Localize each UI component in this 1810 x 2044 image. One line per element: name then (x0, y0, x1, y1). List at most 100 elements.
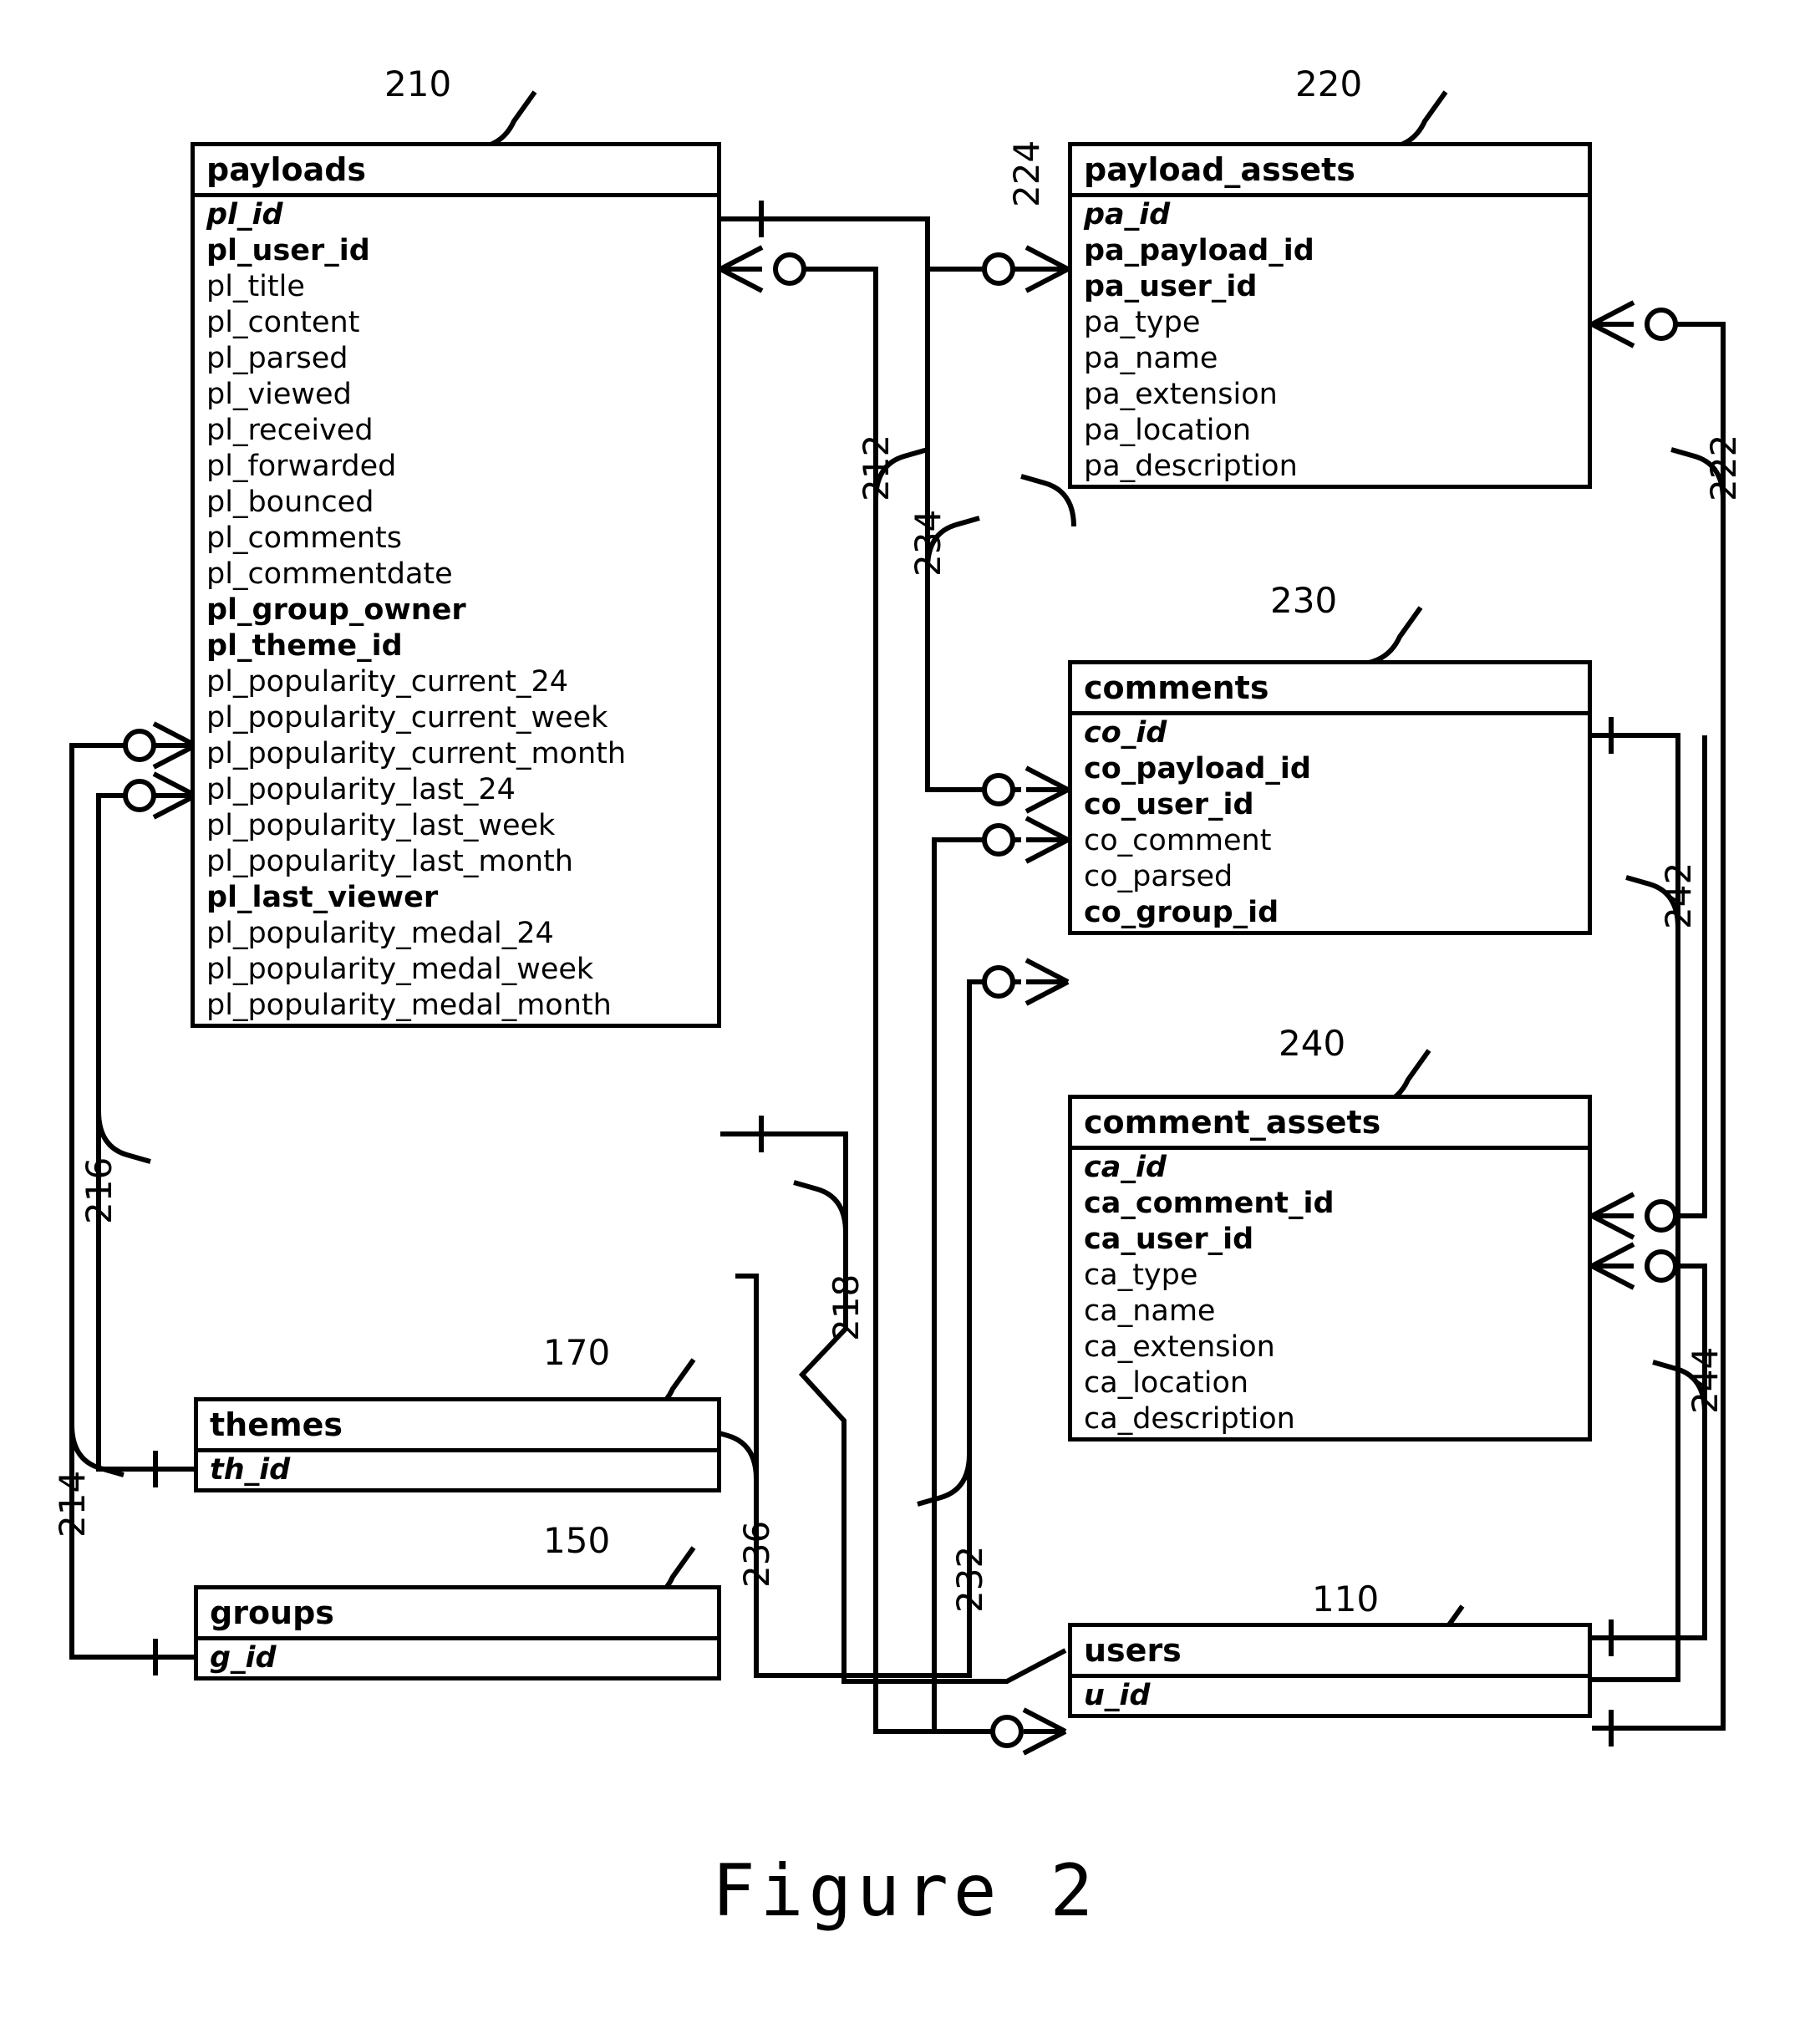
table-title-comments: comments (1072, 664, 1588, 715)
field-pa-extension: pa_extension (1084, 378, 1278, 411)
relation-214-crowfoot (152, 721, 197, 770)
leader-218 (793, 1180, 848, 1233)
ref-number-234: 234 (908, 509, 948, 577)
field-ca-location: ca_location (1084, 1366, 1249, 1400)
field-pl-popularity-last-week: pl_popularity_last_week (206, 809, 556, 842)
relation-line-218 (720, 1131, 1067, 1684)
field-co-parsed: co_parsed (1084, 860, 1233, 893)
field-pl-popularity-medal-week: pl_popularity_medal_week (206, 953, 594, 986)
table-title-payloads: payloads (195, 146, 717, 197)
field-pl-content: pl_content (206, 306, 360, 339)
table-title-payload-assets: payload_assets (1072, 146, 1588, 197)
field-pl-forwarded: pl_forwarded (206, 450, 397, 483)
field-pl-popularity-last-24: pl_popularity_last_24 (206, 773, 516, 806)
field-list-comments: co_id co_payload_id co_user_id co_commen… (1072, 715, 1588, 931)
field-list-users: u_id (1072, 1678, 1588, 1714)
relation-244b-crowfoot (1590, 1242, 1635, 1290)
ref-number-232: 232 (949, 1545, 990, 1613)
ref-number-222: 222 (1703, 434, 1744, 501)
field-co-user-id: co_user_id (1084, 788, 1254, 821)
entity-table-themes[interactable]: themes th_id (194, 1397, 721, 1492)
ref-number-220: 220 (1295, 64, 1363, 104)
field-ca-extension: ca_extension (1084, 1330, 1275, 1364)
entity-table-payloads[interactable]: payloads pl_id pl_user_id pl_title pl_co… (191, 142, 721, 1028)
relation-line-212 (804, 267, 1007, 1734)
field-co-id: co_id (1084, 716, 1167, 750)
relation-line-234 (925, 219, 1021, 792)
relation-234-crowfoot (1024, 765, 1070, 814)
field-pa-description: pa_description (1084, 450, 1298, 483)
ref-number-212: 212 (856, 434, 897, 501)
relation-234-optional-ring (982, 773, 1015, 806)
ref-number-110: 110 (1312, 1579, 1380, 1619)
ref-number-218: 218 (826, 1274, 867, 1341)
field-co-group-id: co_group_id (1084, 896, 1279, 929)
field-pl-popularity-medal-month: pl_popularity_medal_month (206, 989, 612, 1022)
entity-table-comment-assets[interactable]: comment_assets ca_id ca_comment_id ca_us… (1068, 1095, 1592, 1441)
figure-caption: Figure 2 (711, 1849, 1099, 1933)
relation-line-224 (720, 216, 1021, 272)
relation-244a-crowfoot (1590, 1192, 1635, 1240)
relation-212-crowfoot (719, 245, 764, 293)
field-list-themes: th_id (198, 1452, 717, 1488)
field-pl-title: pl_title (206, 270, 305, 303)
relation-216-optional-ring (123, 779, 156, 812)
ref-number-224: 224 (1006, 140, 1047, 207)
field-pl-id: pl_id (206, 198, 283, 231)
leader-216 (96, 1111, 151, 1164)
ref-number-230: 230 (1270, 580, 1338, 621)
relation-212-optional-ring (773, 252, 806, 286)
relation-244b-optional-ring (1645, 1249, 1678, 1283)
field-pl-popularity-last-month: pl_popularity_last_month (206, 845, 573, 878)
table-title-themes: themes (198, 1401, 717, 1452)
relation-236-crowfoot (1024, 958, 1070, 1006)
field-list-payload-assets: pa_id pa_payload_id pa_user_id pa_type p… (1072, 197, 1588, 485)
relation-216-crowfoot (152, 771, 197, 820)
field-pl-theme-id: pl_theme_id (206, 629, 403, 663)
field-pl-last-viewer: pl_last_viewer (206, 881, 439, 914)
leader-224 (1020, 474, 1076, 527)
leader-232 (917, 1453, 972, 1507)
field-list-groups: g_id (198, 1640, 717, 1676)
field-u-id: u_id (1084, 1679, 1151, 1712)
field-pa-payload-id: pa_payload_id (1084, 234, 1314, 267)
ref-number-210: 210 (384, 64, 452, 104)
field-pl-group-owner: pl_group_owner (206, 593, 466, 627)
field-pl-received: pl_received (206, 414, 374, 447)
relation-224-optional-ring (982, 252, 1015, 286)
field-pl-popularity-current-24: pl_popularity_current_24 (206, 665, 568, 699)
field-pl-bounced: pl_bounced (206, 486, 374, 519)
ref-number-240: 240 (1279, 1023, 1346, 1064)
table-title-comment-assets: comment_assets (1072, 1099, 1588, 1150)
relation-line-216 (96, 793, 194, 1472)
field-th-id: th_id (210, 1453, 291, 1487)
field-pa-type: pa_type (1084, 306, 1201, 339)
ref-number-170: 170 (543, 1332, 611, 1373)
field-co-comment: co_comment (1084, 824, 1272, 857)
relation-232-optional-ring (982, 823, 1015, 857)
field-pa-user-id: pa_user_id (1084, 270, 1258, 303)
field-pa-location: pa_location (1084, 414, 1252, 447)
field-ca-name: ca_name (1084, 1294, 1216, 1328)
ref-number-150: 150 (543, 1520, 611, 1561)
entity-table-groups[interactable]: groups g_id (194, 1585, 721, 1680)
entity-table-users[interactable]: users u_id (1068, 1623, 1592, 1718)
field-pa-name: pa_name (1084, 342, 1218, 375)
field-list-comment-assets: ca_id ca_comment_id ca_user_id ca_type c… (1072, 1150, 1588, 1437)
entity-table-comments[interactable]: comments co_id co_payload_id co_user_id … (1068, 660, 1592, 935)
field-co-payload-id: co_payload_id (1084, 752, 1311, 786)
entity-table-payload-assets[interactable]: payload_assets pa_id pa_payload_id pa_us… (1068, 142, 1592, 489)
field-ca-type: ca_type (1084, 1258, 1198, 1292)
field-pl-popularity-current-month: pl_popularity_current_month (206, 737, 627, 770)
field-g-id: g_id (210, 1641, 277, 1675)
ref-number-242: 242 (1658, 862, 1699, 929)
relation-line-244b (1592, 1264, 1707, 1640)
table-title-groups: groups (198, 1589, 717, 1640)
ref-number-244: 244 (1685, 1346, 1726, 1414)
field-list-payloads: pl_id pl_user_id pl_title pl_content pl_… (195, 197, 717, 1024)
relation-222-crowfoot (1590, 300, 1635, 348)
field-pl-popularity-medal-24: pl_popularity_medal_24 (206, 917, 554, 950)
field-ca-id: ca_id (1084, 1151, 1167, 1184)
relation-222-optional-ring (1645, 308, 1678, 341)
relation-224-crowfoot (1024, 245, 1070, 293)
